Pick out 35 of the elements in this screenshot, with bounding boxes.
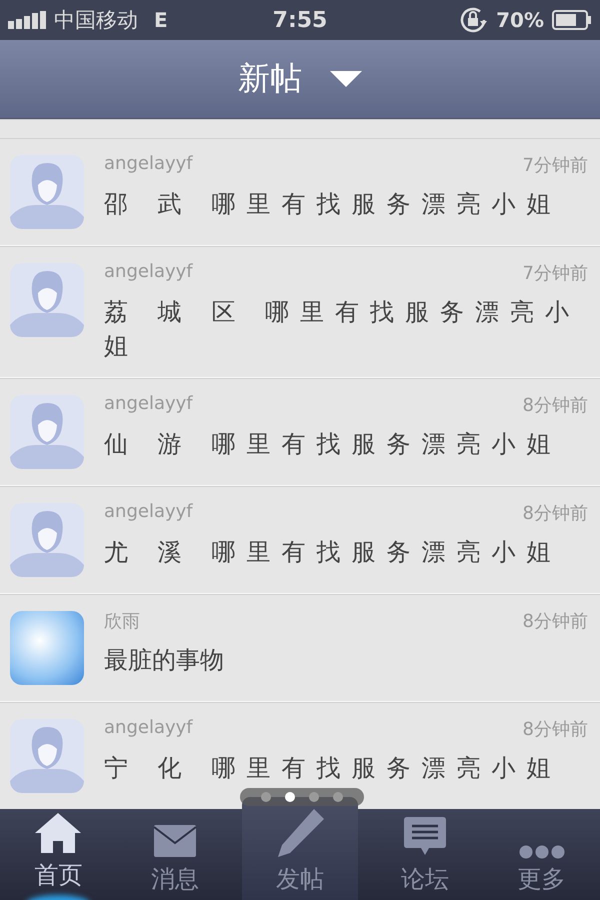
page-indicator[interactable]: [240, 788, 364, 806]
author-name[interactable]: angelayyf: [104, 393, 193, 417]
rotation-lock-icon: [458, 5, 488, 35]
battery-icon: [552, 10, 592, 30]
post-time: 8分钟前: [522, 502, 588, 525]
author-name[interactable]: angelayyf: [104, 261, 193, 285]
clock-time: 7:55: [272, 8, 328, 32]
tab-button[interactable]: 论坛: [366, 809, 484, 900]
post-time: 8分钟前: [522, 718, 588, 741]
post-title[interactable]: 尤 溪 哪里有找服务漂亮小姐: [104, 535, 588, 569]
post-time: 7分钟前: [522, 262, 588, 285]
signal-icon: [8, 11, 48, 29]
post-title[interactable]: 最脏的事物: [104, 643, 588, 677]
post-title[interactable]: 宁 化 哪里有找服务漂亮小姐: [104, 751, 588, 785]
post-title[interactable]: 邵 武 哪里有找服务漂亮小姐: [104, 187, 588, 221]
tab-button[interactable]: 更多: [483, 809, 600, 900]
tab-button[interactable]: 消息: [116, 809, 234, 900]
home-icon: [33, 811, 84, 855]
dropdown-caret-icon[interactable]: [330, 71, 362, 87]
author-name[interactable]: angelayyf: [104, 717, 193, 741]
carrier-name: 中国移动: [54, 7, 138, 34]
post-title[interactable]: 仙 游 哪里有找服务漂亮小姐: [104, 427, 588, 461]
post-time: 8分钟前: [522, 610, 588, 633]
tab-button[interactable]: 首页: [0, 809, 117, 900]
author-name[interactable]: angelayyf: [104, 153, 193, 177]
more-icon: [518, 845, 565, 859]
nav-title[interactable]: 新帖: [238, 57, 302, 101]
post-time: 7分钟前: [522, 154, 588, 177]
post-title[interactable]: 荔 城 区 哪里有找服务漂亮小姐: [104, 295, 588, 363]
battery-percent: 70%: [496, 8, 544, 32]
network-type: E: [154, 8, 168, 32]
author-name[interactable]: 欣雨: [104, 609, 140, 633]
author-name[interactable]: angelayyf: [104, 501, 193, 525]
mail-icon: [153, 823, 198, 859]
post-time: 8分钟前: [522, 394, 588, 417]
